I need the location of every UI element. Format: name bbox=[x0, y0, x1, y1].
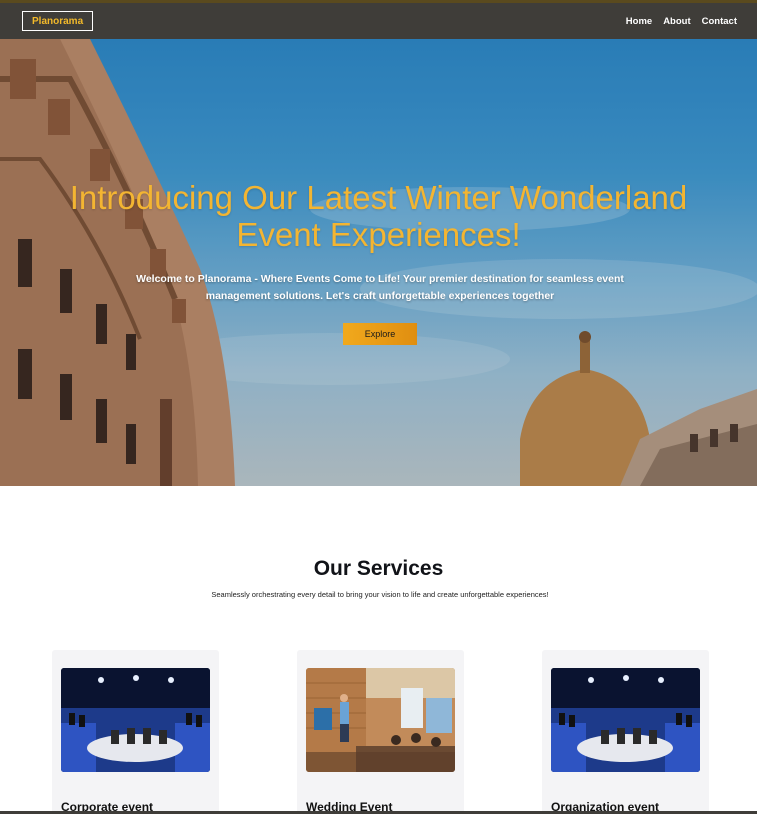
nav-link-home[interactable]: Home bbox=[626, 16, 652, 27]
services-title: Our Services bbox=[313, 557, 444, 580]
conference-stage-image bbox=[61, 668, 210, 772]
conference-stage-image bbox=[551, 668, 700, 772]
hero-title-line-1: Introducing Our Latest Winter Wonderland bbox=[69, 179, 688, 216]
services-subtitle: Seamlessly orchestrating every detail to… bbox=[211, 590, 549, 599]
hero-subtitle: Welcome to Planorama - Where Events Come… bbox=[136, 273, 624, 302]
explore-button[interactable]: Explore bbox=[343, 323, 417, 345]
navbar: Planorama Home About Contact bbox=[0, 3, 757, 39]
nav-link-about[interactable]: About bbox=[663, 16, 690, 27]
hero-section: Introducing Our Latest Winter Wonderland… bbox=[0, 39, 757, 486]
hero-title: Introducing Our Latest Winter Wonderland… bbox=[0, 179, 757, 253]
presentation-room-image bbox=[306, 668, 455, 772]
nav-link-contact[interactable]: Contact bbox=[702, 16, 737, 27]
service-card-wedding[interactable]: Wedding Event bbox=[297, 650, 464, 814]
brand-logo[interactable]: Planorama bbox=[22, 11, 94, 31]
hero-title-line-2: Event Experiences! bbox=[236, 216, 521, 253]
nav-links: Home About Contact bbox=[626, 16, 737, 27]
service-card-organization[interactable]: Organization event bbox=[542, 650, 709, 814]
hero-background-image bbox=[0, 39, 757, 486]
service-card-corporate[interactable]: Corporate event bbox=[52, 650, 219, 814]
